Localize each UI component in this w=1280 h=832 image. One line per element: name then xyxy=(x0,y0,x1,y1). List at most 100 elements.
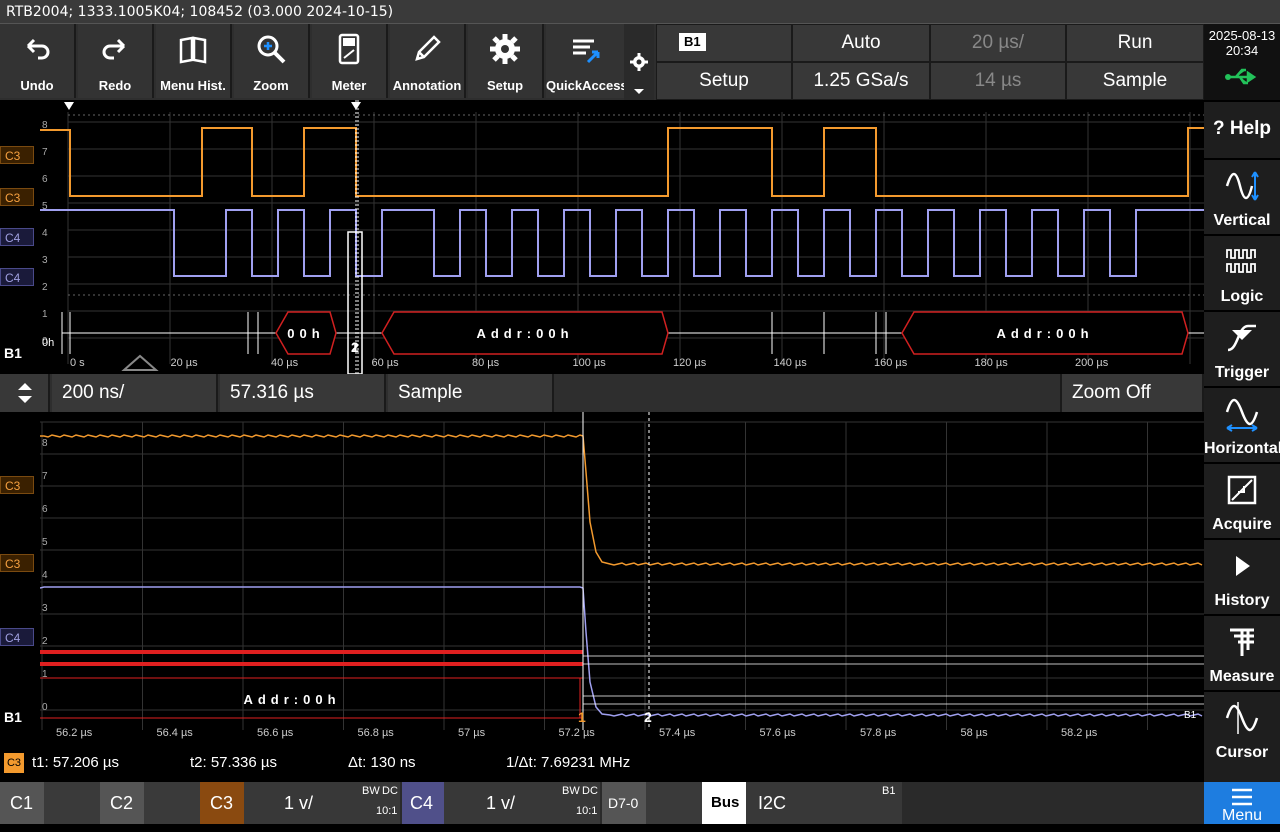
bus-settings[interactable]: I2C B1 xyxy=(746,782,902,824)
zoom-y-tick: 3 xyxy=(42,603,48,614)
zoom-position[interactable]: 57.316 µs xyxy=(220,374,386,412)
setup-button[interactable]: Setup xyxy=(468,24,544,98)
zoom-c4-label[interactable]: C4 xyxy=(0,628,34,646)
bottom-spacer xyxy=(904,782,1204,824)
c2-button[interactable]: C2 xyxy=(100,782,144,824)
horizontal-position[interactable]: 14 µs xyxy=(930,62,1066,100)
c4-settings[interactable]: 1 v/ BW DC 10:1 xyxy=(444,782,600,824)
zoom-x-tick: 56.8 µs xyxy=(358,727,395,739)
undo-button[interactable]: Undo xyxy=(0,24,76,98)
time-scale[interactable]: 20 µs/ xyxy=(930,24,1066,62)
acquire-button[interactable]: Acquire xyxy=(1204,462,1280,538)
zoom-y-tick: 2 xyxy=(42,636,48,647)
run-stop-button[interactable]: Run xyxy=(1066,24,1204,62)
help-label: ? Help xyxy=(1212,118,1272,139)
menu-button[interactable]: Menu xyxy=(1204,782,1280,824)
annotation-label: Annotation xyxy=(392,78,462,93)
lower-channel-labels: C3 C3 C4 B1 xyxy=(0,412,40,742)
meter-icon xyxy=(338,33,360,65)
date-label: 2025-08-13 xyxy=(1208,28,1276,43)
redo-button[interactable]: Redo xyxy=(78,24,154,98)
cursor-icon xyxy=(1225,702,1259,734)
b1-bus-label[interactable]: B1 xyxy=(0,344,34,362)
pencil-icon xyxy=(415,35,441,61)
zoom-bus-frame-label: Addr:00h xyxy=(243,692,340,707)
cursor-button[interactable]: Cursor xyxy=(1204,690,1280,766)
bus-button[interactable]: Bus xyxy=(702,782,746,824)
trigger-position-marker[interactable] xyxy=(64,102,74,110)
overview-x-tick: 80 µs xyxy=(472,357,500,369)
logic-button[interactable]: Logic xyxy=(1204,234,1280,310)
usb-icon xyxy=(1225,68,1257,85)
acquisition-mode[interactable]: Sample xyxy=(1066,62,1204,100)
c3-button[interactable]: C3 xyxy=(200,782,244,824)
zoom-bar: 200 ns/ 57.316 µs Sample Zoom Off xyxy=(0,374,1204,412)
zoom-x-tick: 56.2 µs xyxy=(56,727,93,739)
right-menu: ? Help Vertical Logic Trigger Horizontal… xyxy=(1204,100,1280,782)
trigger-button[interactable]: Trigger xyxy=(1204,310,1280,386)
c1-button[interactable]: C1 xyxy=(0,782,44,824)
cursor-t1: t1: 57.206 µs xyxy=(32,754,120,771)
gear-icon xyxy=(490,34,520,64)
bus-id: B1 xyxy=(882,785,896,797)
trigger-source-cell[interactable]: B1 xyxy=(656,24,792,62)
c3-settings[interactable]: 1 v/ BW DC 10:1 xyxy=(244,782,400,824)
timebase-reference-marker[interactable] xyxy=(351,102,361,110)
c4-offset-label[interactable]: C4 xyxy=(0,268,34,286)
c3-offset-label[interactable]: C3 xyxy=(0,188,34,206)
zoom-button[interactable]: Zoom xyxy=(234,24,310,98)
zoom-bus-upper-rail xyxy=(40,650,583,654)
cursor-source-badge[interactable]: C3 xyxy=(4,753,24,773)
cursor-t2: t2: 57.336 µs xyxy=(190,754,278,771)
meter-button[interactable]: Meter xyxy=(312,24,388,98)
annotation-button[interactable]: Annotation xyxy=(390,24,466,98)
overview-x-tick: 180 µs xyxy=(975,357,1009,369)
sample-rate: 1.25 GSa/s xyxy=(792,62,930,100)
help-button[interactable]: ? Help xyxy=(1204,100,1280,158)
setup-label: Setup xyxy=(486,78,524,93)
trigger-mode[interactable]: Auto xyxy=(792,24,930,62)
trigger-label: Trigger xyxy=(1214,364,1270,381)
c2-scale[interactable] xyxy=(144,782,200,824)
menu-history-button[interactable]: Menu Hist. xyxy=(156,24,232,98)
zoom-resize-handle[interactable] xyxy=(0,374,50,412)
overview-bus-decode: 00h Addr:00h Addr:00h0h 12 xyxy=(42,311,1204,355)
meter-label: Meter xyxy=(331,78,367,93)
digital-settings[interactable] xyxy=(646,782,702,824)
book-icon xyxy=(179,36,207,64)
vertical-button[interactable]: Vertical xyxy=(1204,158,1280,234)
history-button[interactable]: History xyxy=(1204,538,1280,614)
zoom-time-scale[interactable]: 200 ns/ xyxy=(52,374,218,412)
zoom-c3-digital-label[interactable]: C3 xyxy=(0,476,34,494)
toolbar-config-button[interactable] xyxy=(624,24,654,100)
measure-button[interactable]: Measure xyxy=(1204,614,1280,690)
zoom-center-marker[interactable] xyxy=(121,354,159,371)
c3-digital-label[interactable]: C3 xyxy=(0,146,34,164)
c1-scale[interactable] xyxy=(44,782,100,824)
c4-button[interactable]: C4 xyxy=(402,782,444,824)
overview-waveform-area[interactable]: 876543210 0 s 20 µs 40 µs 60 µs 80 µs 100 µs 1… xyxy=(40,100,1204,374)
overview-x-tick: 100 µs xyxy=(573,357,607,369)
zoom-c3-offset-label[interactable]: C3 xyxy=(0,554,34,572)
trigger-setup-button[interactable]: Setup xyxy=(656,62,792,100)
zoom-acq-mode[interactable]: Sample xyxy=(388,374,554,412)
zoom-bar-spacer xyxy=(556,374,1062,412)
cursor-readout: C3 t1: 57.206 µs t2: 57.336 µs Δt: 130 n… xyxy=(0,744,1204,782)
vertical-icon xyxy=(1225,171,1259,201)
overview-x-tick: 60 µs xyxy=(372,357,400,369)
zoom-x-tick: 57 µs xyxy=(458,727,486,739)
zoom-y-tick: 4 xyxy=(42,570,48,581)
zoom-waveform-area[interactable]: 8 7 6 5 4 3 2 1 0 56.2 µs 56.4 µs 56.6 µs 56.8 µs 57… xyxy=(40,412,1204,742)
menu-history-label: Menu Hist. xyxy=(160,78,226,93)
quick-access-button[interactable]: QuickAccess xyxy=(546,24,628,98)
zoom-y-tick: 5 xyxy=(42,537,48,548)
zoom-off-button[interactable]: Zoom Off xyxy=(1062,374,1204,412)
horizontal-button[interactable]: Horizontal xyxy=(1204,386,1280,462)
zoom-x-ticks: 56.2 µs 56.4 µs 56.6 µs 56.8 µs 57 µs 57.2 µs… xyxy=(56,727,1098,739)
zoom-b1-label[interactable]: B1 xyxy=(0,708,34,726)
zoom-x-tick: 57.4 µs xyxy=(659,727,696,739)
c4-digital-label[interactable]: C4 xyxy=(0,228,34,246)
redo-label: Redo xyxy=(98,78,132,93)
overview-y-tick: 7 xyxy=(42,147,48,158)
digital-d7-0-button[interactable]: D7-0 xyxy=(602,782,646,824)
